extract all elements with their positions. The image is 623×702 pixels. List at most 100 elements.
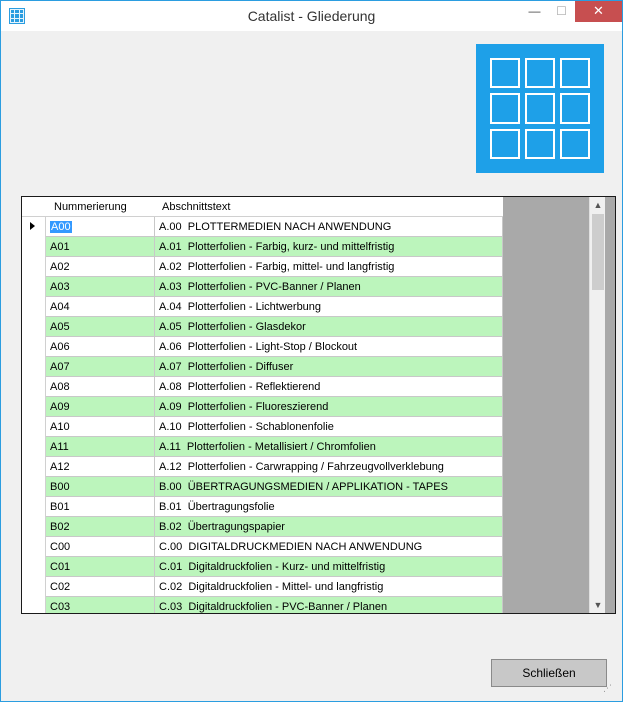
cell-abschnittstext-text: A.07 Plotterfolien - Diffuser xyxy=(159,361,294,373)
cell-abschnittstext[interactable]: A.11 Plotterfolien - Metallisiert / Chro… xyxy=(155,437,503,457)
row-selector[interactable] xyxy=(22,397,46,417)
cell-abschnittstext[interactable]: A.06 Plotterfolien - Light-Stop / Blocko… xyxy=(155,337,503,357)
cell-abschnittstext[interactable]: A.02 Plotterfolien - Farbig, mittel- und… xyxy=(155,257,503,277)
table-row[interactable]: A05 A.05 Plotterfolien - Glasdekor xyxy=(22,317,503,337)
cell-nummerierung[interactable]: A09 xyxy=(46,397,155,417)
row-selector[interactable] xyxy=(22,317,46,337)
cell-nummerierung[interactable]: B02 xyxy=(46,517,155,537)
row-selector[interactable] xyxy=(22,277,46,297)
cell-nummerierung[interactable]: A02 xyxy=(46,257,155,277)
cell-nummerierung[interactable]: A11 xyxy=(46,437,155,457)
table-row[interactable]: A12 A.12 Plotterfolien - Carwrapping / Fa… xyxy=(22,457,503,477)
cell-nummerierung-text: C03 xyxy=(50,601,71,613)
cell-abschnittstext[interactable]: C.03 Digitaldruckfolien - PVC-Banner / P… xyxy=(155,597,503,613)
title-bar[interactable]: Catalist - Gliederung — ☐ ✕ xyxy=(1,1,622,31)
cell-abschnittstext[interactable]: C.02 Digitaldruckfolien - Mittel- und la… xyxy=(155,577,503,597)
scroll-down-icon[interactable]: ▼ xyxy=(590,597,606,613)
table-row[interactable]: A01 A.01 Plotterfolien - Farbig, kurz- un… xyxy=(22,237,503,257)
cell-abschnittstext[interactable]: B.02 Übertragungspapier xyxy=(155,517,503,537)
table-row[interactable]: A00 A.00 PLOTTERMEDIEN NACH ANWENDUNG xyxy=(22,217,503,237)
cell-nummerierung[interactable]: A10 xyxy=(46,417,155,437)
cell-abschnittstext[interactable]: B.01 Übertragungsfolie xyxy=(155,497,503,517)
column-header-nummerierung[interactable]: Nummerierung xyxy=(54,201,127,213)
row-selector[interactable] xyxy=(22,497,46,517)
table-row[interactable]: A07 A.07 Plotterfolien - Diffuser xyxy=(22,357,503,377)
table-row[interactable]: A08 A.08 Plotterfolien - Reflektierend xyxy=(22,377,503,397)
row-selector[interactable] xyxy=(22,357,46,377)
cell-abschnittstext[interactable]: A.00 PLOTTERMEDIEN NACH ANWENDUNG xyxy=(155,217,503,237)
row-selector[interactable] xyxy=(22,477,46,497)
row-selector[interactable] xyxy=(22,237,46,257)
cell-abschnittstext[interactable]: A.03 Plotterfolien - PVC-Banner / Planen xyxy=(155,277,503,297)
cell-nummerierung[interactable]: A04 xyxy=(46,297,155,317)
cell-abschnittstext[interactable]: A.01 Plotterfolien - Farbig, kurz- und m… xyxy=(155,237,503,257)
row-selector[interactable] xyxy=(22,377,46,397)
current-row-arrow-icon xyxy=(30,222,35,230)
cell-abschnittstext[interactable]: A.09 Plotterfolien - Fluoreszierend xyxy=(155,397,503,417)
cell-abschnittstext-text: A.05 Plotterfolien - Glasdekor xyxy=(159,321,306,333)
cell-nummerierung[interactable]: A08 xyxy=(46,377,155,397)
cell-abschnittstext[interactable]: A.12 Plotterfolien - Carwrapping / Fahrz… xyxy=(155,457,503,477)
vertical-scrollbar[interactable]: ▲ ▼ xyxy=(589,197,605,613)
cell-nummerierung[interactable]: C01 xyxy=(46,557,155,577)
cell-nummerierung[interactable]: B00 xyxy=(46,477,155,497)
table-row[interactable]: C00 C.00 DIGITALDRUCKMEDIEN NACH ANWENDUN… xyxy=(22,537,503,557)
table-row[interactable]: A04 A.04 Plotterfolien - Lichtwerbung xyxy=(22,297,503,317)
row-selector[interactable] xyxy=(22,417,46,437)
close-window-button[interactable]: ✕ xyxy=(575,1,622,22)
scroll-thumb[interactable] xyxy=(592,214,604,290)
cell-abschnittstext[interactable]: C.01 Digitaldruckfolien - Kurz- und mitt… xyxy=(155,557,503,577)
cell-abschnittstext[interactable]: A.08 Plotterfolien - Reflektierend xyxy=(155,377,503,397)
cell-nummerierung[interactable]: A00 xyxy=(46,217,155,237)
row-selector[interactable] xyxy=(22,597,46,613)
scroll-up-icon[interactable]: ▲ xyxy=(590,197,606,213)
row-selector[interactable] xyxy=(22,457,46,477)
cell-abschnittstext[interactable]: A.05 Plotterfolien - Glasdekor xyxy=(155,317,503,337)
row-selector[interactable] xyxy=(22,257,46,277)
cell-nummerierung[interactable]: A12 xyxy=(46,457,155,477)
cell-abschnittstext[interactable]: A.10 Plotterfolien - Schablonenfolie xyxy=(155,417,503,437)
minimize-button[interactable]: — xyxy=(521,1,548,22)
cell-nummerierung[interactable]: A01 xyxy=(46,237,155,257)
cell-nummerierung[interactable]: C02 xyxy=(46,577,155,597)
cell-nummerierung[interactable]: A03 xyxy=(46,277,155,297)
row-selector[interactable] xyxy=(22,217,46,237)
table-row[interactable]: A06 A.06 Plotterfolien - Light-Stop / Blo… xyxy=(22,337,503,357)
resize-grip-icon[interactable]: ⋰ xyxy=(603,683,613,693)
cell-nummerierung[interactable]: A07 xyxy=(46,357,155,377)
table-row[interactable]: C02 C.02 Digitaldruckfolien - Mittel- und… xyxy=(22,577,503,597)
table-row[interactable]: A09 A.09 Plotterfolien - Fluoreszierend xyxy=(22,397,503,417)
cell-nummerierung[interactable]: A05 xyxy=(46,317,155,337)
cell-nummerierung[interactable]: A06 xyxy=(46,337,155,357)
cell-abschnittstext[interactable]: B.00 ÜBERTRAGUNGSMEDIEN / APPLIKATION - … xyxy=(155,477,503,497)
table-row[interactable]: A11 A.11 Plotterfolien - Metallisiert / C… xyxy=(22,437,503,457)
cell-nummerierung[interactable]: C00 xyxy=(46,537,155,557)
row-selector[interactable] xyxy=(22,437,46,457)
outline-data-grid[interactable]: Nummerierung Abschnittstext A00 A.00 PLOT… xyxy=(21,196,616,614)
table-row[interactable]: A03 A.03 Plotterfolien - PVC-Banner / Pla… xyxy=(22,277,503,297)
cell-abschnittstext[interactable]: A.07 Plotterfolien - Diffuser xyxy=(155,357,503,377)
close-button[interactable]: Schließen xyxy=(491,659,607,687)
cell-abschnittstext-text: A.12 Plotterfolien - Carwrapping / Fahrz… xyxy=(159,461,444,473)
table-row[interactable]: B00 B.00 ÜBERTRAGUNGSMEDIEN / APPLIKATION… xyxy=(22,477,503,497)
cell-abschnittstext-text: A.10 Plotterfolien - Schablonenfolie xyxy=(159,421,334,433)
cell-abschnittstext[interactable]: C.00 DIGITALDRUCKMEDIEN NACH ANWENDUNG xyxy=(155,537,503,557)
table-row[interactable]: A10 A.10 Plotterfolien - Schablonenfolie xyxy=(22,417,503,437)
cell-nummerierung[interactable]: C03 xyxy=(46,597,155,613)
cell-nummerierung[interactable]: B01 xyxy=(46,497,155,517)
table-row[interactable]: C03 C.03 Digitaldruckfolien - PVC-Banner … xyxy=(22,597,503,613)
row-selector[interactable] xyxy=(22,537,46,557)
cell-abschnittstext-text: A.11 Plotterfolien - Metallisiert / Chro… xyxy=(159,441,376,453)
row-selector[interactable] xyxy=(22,577,46,597)
column-header-abschnittstext[interactable]: Abschnittstext xyxy=(162,201,230,213)
cell-abschnittstext[interactable]: A.04 Plotterfolien - Lichtwerbung xyxy=(155,297,503,317)
table-row[interactable]: C01 C.01 Digitaldruckfolien - Kurz- und m… xyxy=(22,557,503,577)
row-selector[interactable] xyxy=(22,557,46,577)
row-selector[interactable] xyxy=(22,337,46,357)
table-row[interactable]: A02 A.02 Plotterfolien - Farbig, mittel- … xyxy=(22,257,503,277)
table-row[interactable]: B01 B.01 Übertragungsfolie xyxy=(22,497,503,517)
row-selector[interactable] xyxy=(22,297,46,317)
row-selector[interactable] xyxy=(22,517,46,537)
table-row[interactable]: B02 B.02 Übertragungspapier xyxy=(22,517,503,537)
maximize-button[interactable]: ☐ xyxy=(548,1,575,22)
